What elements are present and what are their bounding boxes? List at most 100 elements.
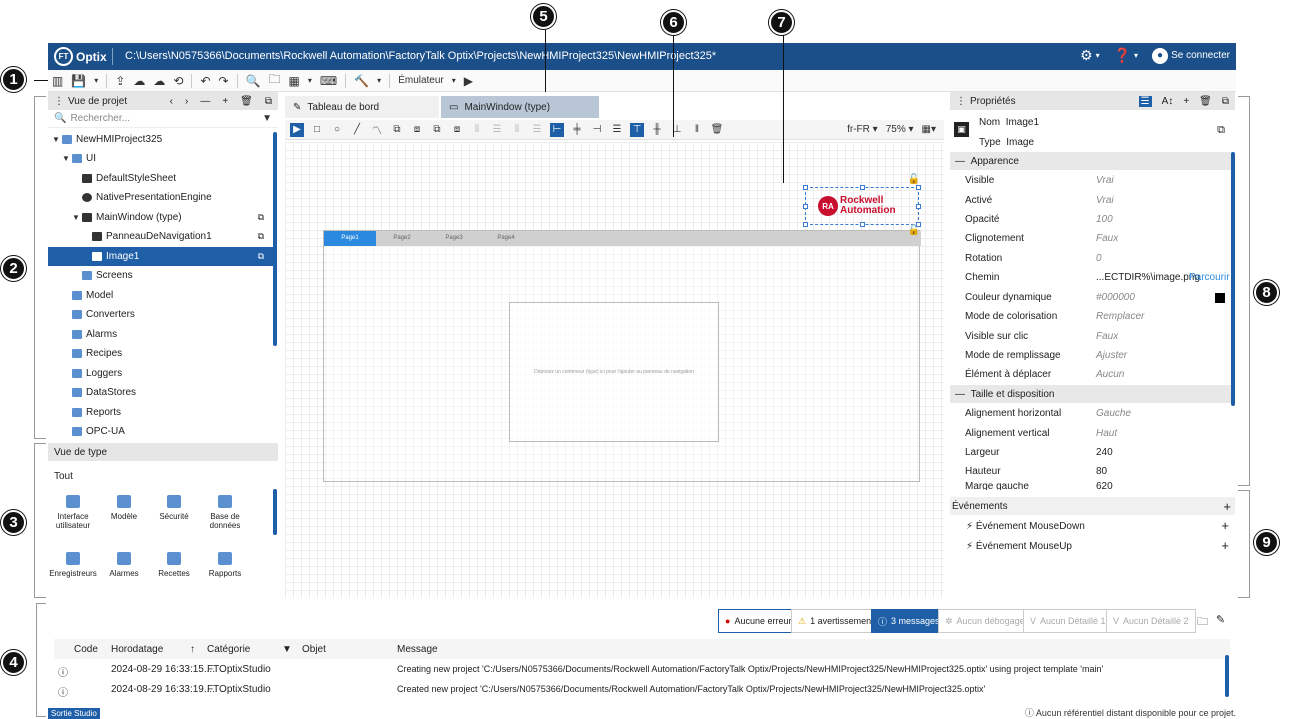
add-icon[interactable]: + [222,96,228,107]
line-tool-icon[interactable]: ╱ [350,123,364,137]
type-item-loggers[interactable]: Enregistreurs [48,552,98,578]
prop-value[interactable]: Gauche [1096,408,1131,419]
browse-link[interactable]: Parcourir [1189,272,1230,283]
ellipse-tool-icon[interactable]: ○ [330,123,344,137]
layout-icon[interactable]: ▥ [52,74,63,88]
prop-value[interactable]: 620 [1096,482,1113,490]
tree-item-stylesheet[interactable]: DefaultStyleSheet [48,169,274,188]
prop-value[interactable]: Vrai [1096,175,1114,186]
add-icon[interactable]: + [1183,96,1189,107]
drop-zone[interactable]: Déposez un conteneur (type) ici pour l'a… [509,302,719,442]
chevron-down-icon[interactable]: ▾ [94,76,98,85]
chevron-down-icon[interactable]: ▾ [308,76,312,85]
history-icon[interactable]: ⟲ [173,74,183,88]
run-icon[interactable]: ▶ [464,74,473,88]
tree-item-model[interactable]: Model [48,286,274,305]
tree-item-recipes[interactable]: Recipes [48,344,274,363]
prop-value[interactable]: 0 [1096,253,1102,264]
emulator-dropdown[interactable]: Émulateur [398,75,444,86]
group-layout[interactable]: — Taille et disposition [950,385,1232,403]
col-message[interactable]: Message [397,639,438,659]
prop-enabled[interactable]: Activé Vrai [950,191,1232,210]
tree-item-project[interactable]: ▼ NewHMIProject325 [48,130,274,149]
align-middle-icon[interactable]: ╫ [650,123,664,137]
resize-handle[interactable] [916,204,921,209]
prop-h-align[interactable]: Alignement horizontal Gauche [950,404,1232,423]
add-icon[interactable]: + [1223,499,1235,514]
prop-value[interactable]: Vrai [1096,195,1114,206]
drag-handle-icon[interactable]: ⋮ [54,96,64,107]
cloud-icon[interactable]: ☁ [153,74,165,88]
properties-scrollbar[interactable] [1231,152,1235,406]
redo-icon[interactable]: ↷ [219,74,229,88]
distribute-h-icon[interactable]: ⫴ [470,123,484,137]
folder-icon[interactable]: 🗀 [1197,613,1208,632]
tree-item-ui[interactable]: ▼ UI [48,149,274,168]
prop-visible[interactable]: Visible Vrai [950,171,1232,190]
chevron-down-icon[interactable]: ▾ [452,76,456,85]
resize-handle[interactable] [803,204,808,209]
type-item-reports[interactable]: Rapports [200,552,250,578]
type-item-ui[interactable]: Interface utilisateur [48,495,98,530]
col-object[interactable]: Objet [302,639,326,659]
align-stretch-h-icon[interactable]: ☰ [610,123,624,137]
type-item-recipes[interactable]: Recettes [149,552,199,578]
project-search[interactable]: 🔍 Rechercher... ▼ [48,110,278,128]
type-item-alarms[interactable]: Alarmes [99,552,149,578]
tree-item-screens[interactable]: Screens [48,266,274,285]
prop-value[interactable]: 240 [1096,447,1113,458]
resize-handle[interactable] [803,185,808,190]
tree-item-datastores[interactable]: DataStores [48,383,274,402]
tree-item-opcua[interactable]: OPC-UA [48,422,274,441]
tree-item-presentation-engine[interactable]: NativePresentationEngine [48,188,274,207]
copy-icon[interactable]: ⧉ [265,96,272,107]
trash-icon[interactable]: 🗑 [1199,96,1212,107]
send-back-icon[interactable]: ⧈ [450,123,464,137]
drag-handle-icon[interactable]: ⋮ [956,96,966,107]
prop-height[interactable]: Hauteur 80 [950,462,1232,481]
prop-margin-left[interactable]: Marge gauche 620 [950,482,1232,490]
prop-value[interactable]: Haut [1096,428,1117,439]
mainwindow-preview[interactable]: Page1 Page2 Page3 Page4 Déposez un conte… [323,230,921,482]
prop-colorization-mode[interactable]: Mode de colorisation Remplacer [950,307,1232,326]
prop-value[interactable]: ...ECTDIR%\image.png [1096,272,1200,283]
polyline-tool-icon[interactable]: 〽 [370,123,384,137]
login-button[interactable]: ● Se connecter [1152,47,1230,64]
name-value[interactable]: Image1 [1006,117,1039,128]
keyboard-icon[interactable]: ⌨ [320,74,337,88]
color-swatch[interactable] [1215,292,1225,303]
prop-value[interactable]: Aucun [1096,369,1124,380]
prop-value[interactable]: #000000 [1096,292,1135,303]
selected-image[interactable]: RA Rockwell Automation 🔓 🔓 [803,174,921,236]
settings-menu[interactable]: ⚙ ▾ [1080,47,1100,64]
type-item-model[interactable]: Modèle [99,495,149,521]
rectangle-tool-icon[interactable]: □ [310,123,324,137]
tree-item-navigation-panel[interactable]: PanneauDeNavigation1 ⧉ [48,227,274,246]
resize-handle[interactable] [860,222,865,227]
prop-drag-element[interactable]: Élément à déplacer Aucun [950,365,1232,384]
resize-handle[interactable] [860,185,865,190]
clear-icon[interactable]: ✎ [1216,613,1225,626]
resize-handle[interactable] [916,185,921,190]
filter-verbose1[interactable]: V Aucun Détaillé 1 [1023,609,1113,633]
filter-debug[interactable]: ✲ Aucun débogage [938,609,1032,633]
filter-verbose2[interactable]: V Aucun Détaillé 2 [1106,609,1196,633]
event-mousedown[interactable]: ⚡ Événement MouseDown [966,521,1085,532]
filter-messages[interactable]: ⓘ 3 messages [871,609,947,633]
filter-icon[interactable]: ▼ [262,113,272,124]
lock-icon[interactable]: 🔓 [908,225,920,236]
edit-type-icon[interactable]: ⧉ [1217,124,1225,137]
distribute-v-icon[interactable]: ☰ [490,123,504,137]
align-center-icon[interactable]: ╪ [570,123,584,137]
sort-category-icon[interactable]: ☰ [1138,95,1152,107]
bring-front-icon[interactable]: ⧉ [430,123,444,137]
grid-icon[interactable]: ▦ [289,74,300,88]
chevron-down-icon[interactable]: ▼ [72,213,82,222]
add-icon[interactable]: + [1221,538,1229,553]
edit-type-icon[interactable]: ⧉ [258,212,264,223]
chevron-down-icon[interactable]: ▾ [377,76,381,85]
prop-dynamic-color[interactable]: Couleur dynamique #000000 [950,288,1232,307]
prop-v-align[interactable]: Alignement vertical Haut [950,424,1232,443]
align-left-icon[interactable]: ⊢ [550,122,564,137]
build-icon[interactable]: 🔨 [354,74,369,88]
